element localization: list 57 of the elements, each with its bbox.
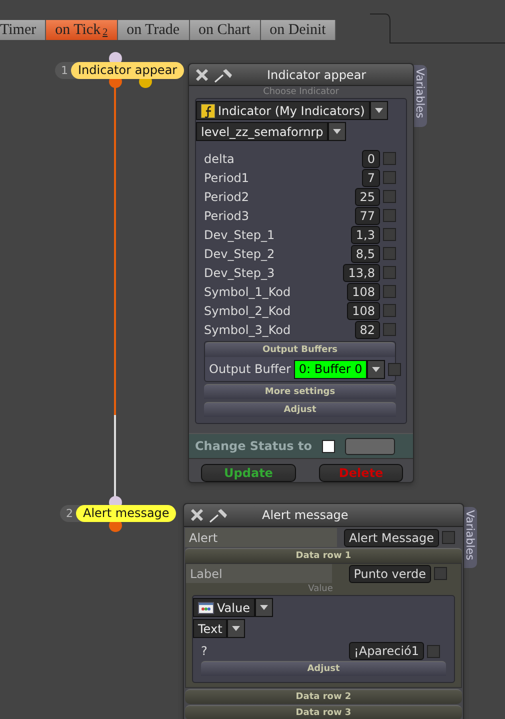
node-pill[interactable]: 1 Indicator appear xyxy=(55,62,184,79)
tab[interactable]: on Deinit xyxy=(260,20,336,40)
variables-tab[interactable]: Variables xyxy=(463,507,477,568)
param-label: Period3 xyxy=(204,208,250,223)
adjust-button[interactable]: Adjust xyxy=(201,661,446,676)
section-label: Value xyxy=(307,583,334,595)
field-label: Label xyxy=(190,566,224,580)
param-label: Symbol_1_Kod xyxy=(204,284,292,299)
data-row-header[interactable]: Data row 1 xyxy=(185,548,462,563)
param-field[interactable]: 108 xyxy=(347,282,380,301)
buffer-select[interactable]: 0: Buffer 0 xyxy=(294,360,368,379)
param-label: Symbol_2_Kod xyxy=(204,304,292,318)
indicator-select[interactable]: Indicator (My Indicators) xyxy=(196,101,370,120)
param-field[interactable]: 25 xyxy=(354,188,380,206)
node-label: Alert message xyxy=(76,505,176,522)
node-number: 1 xyxy=(60,64,69,77)
param-field[interactable]: 82 xyxy=(354,320,380,339)
tab[interactable]: on Trade xyxy=(118,20,190,40)
param-field[interactable]: 1,3 xyxy=(350,226,380,244)
panel-title: Alert message xyxy=(262,508,348,522)
data-row-header[interactable]: Data row 2 xyxy=(185,689,462,704)
param-label: Period1 xyxy=(204,170,250,185)
data-row-header[interactable]: Data row 3 xyxy=(185,705,462,719)
alert-field[interactable]: Alert Message xyxy=(344,528,439,546)
section-heading: Output Buffers xyxy=(205,342,395,358)
status-label: Change Status to xyxy=(195,439,312,454)
param-field[interactable]: 108 xyxy=(347,302,380,320)
update-button[interactable]: Update xyxy=(201,464,296,482)
node-label: Indicator appear xyxy=(71,62,184,79)
param-field[interactable]: 77 xyxy=(354,206,380,225)
node-pill[interactable]: 2 Alert message xyxy=(60,505,176,522)
type-select[interactable]: Text xyxy=(193,619,228,638)
question-label: ? xyxy=(201,644,208,658)
param-label: Dev_Step_1 xyxy=(204,228,276,242)
tab[interactable]: Timer xyxy=(0,20,46,40)
variables-tab[interactable]: Variables xyxy=(413,65,427,127)
question-field[interactable]: ¡Apareció1 xyxy=(349,642,424,660)
param-label: Symbol_3_Kod xyxy=(204,322,292,337)
param-label: delta xyxy=(204,152,236,166)
node-number: 2 xyxy=(65,507,74,520)
param-label: Period2 xyxy=(204,190,250,204)
buffer-label: Output Buffer xyxy=(209,362,291,376)
panel-title: Indicator appear xyxy=(267,68,366,82)
value-select[interactable]: Value xyxy=(193,598,255,617)
label-field[interactable]: Punto verde xyxy=(348,564,431,582)
more-settings-button[interactable]: More settings xyxy=(204,384,396,400)
tab[interactable]: on Chart xyxy=(190,20,261,40)
param-label: Dev_Step_2 xyxy=(204,246,276,261)
section-label: Choose Indicator xyxy=(262,86,340,98)
param-field[interactable]: 7 xyxy=(362,168,380,187)
alert-label: Alert xyxy=(189,530,219,544)
param-field[interactable]: 13,8 xyxy=(343,264,380,282)
adjust-button[interactable]: Adjust xyxy=(204,402,396,418)
name-select[interactable]: level_zz_semafornrp xyxy=(196,122,328,142)
param-label: Dev_Step_3 xyxy=(204,266,276,280)
param-field[interactable]: 0 xyxy=(362,150,380,168)
param-field[interactable]: 8,5 xyxy=(350,244,380,263)
